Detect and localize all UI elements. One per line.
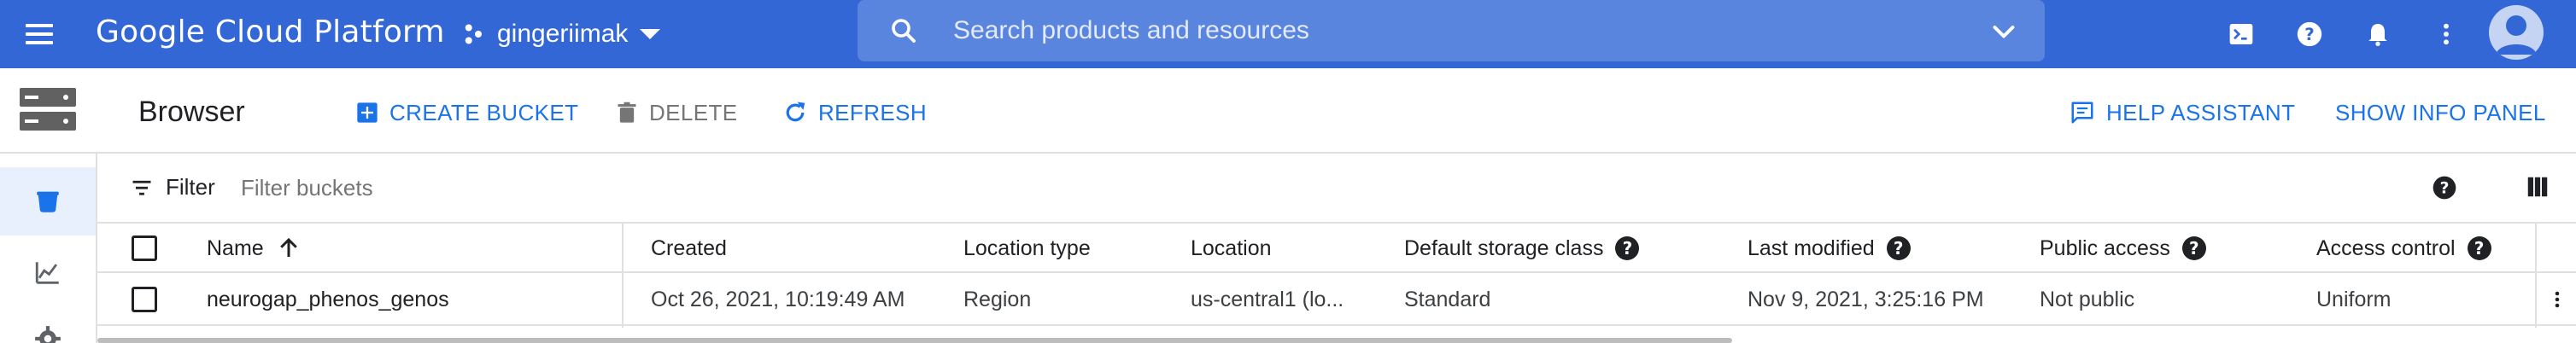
storage-product-icon[interactable] xyxy=(0,68,96,152)
delete-label: DELETE xyxy=(649,99,738,125)
chevron-down-icon[interactable] xyxy=(1988,17,2019,48)
cell-public-access: Not public xyxy=(2040,287,2135,311)
column-storage-class-label: Default storage class xyxy=(1404,235,1604,260)
cell-last-modified: Nov 9, 2021, 3:25:16 PM xyxy=(1748,287,1984,311)
column-created-label: Created xyxy=(651,235,727,260)
top-app-bar: Google Cloud Platform gingeriimak ? xyxy=(0,0,2576,68)
project-selector[interactable]: gingeriimak xyxy=(461,12,661,56)
search-bar[interactable] xyxy=(858,0,2045,61)
chevron-down-icon xyxy=(640,29,661,39)
bucket-name-link[interactable]: neurogap_phenos_genos xyxy=(207,273,449,326)
settings-icon[interactable] xyxy=(0,307,96,343)
chat-icon xyxy=(2071,102,2093,124)
create-bucket-button[interactable]: CREATE BUCKET xyxy=(355,96,578,130)
column-header-created[interactable]: Created xyxy=(651,224,727,273)
add-box-icon xyxy=(357,102,378,123)
help-icon[interactable]: ? xyxy=(2292,17,2327,51)
bucket-icon[interactable] xyxy=(0,167,96,235)
filter-input[interactable] xyxy=(241,171,1266,205)
show-info-panel-button[interactable]: SHOW INFO PANEL xyxy=(2335,96,2546,130)
table-header: Name Created Location type Location Defa… xyxy=(97,224,2576,273)
column-access-control-label: Access control xyxy=(2316,235,2456,260)
create-bucket-label: CREATE BUCKET xyxy=(389,99,579,125)
column-header-last-modified[interactable]: Last modified ? xyxy=(1748,224,1911,273)
column-name-label: Name xyxy=(207,235,264,260)
page-toolbar: Browser CREATE BUCKET DELETE REFRESH HEL… xyxy=(97,68,2576,154)
column-location-type-label: Location type xyxy=(963,235,1091,260)
menu-icon[interactable] xyxy=(22,17,56,51)
table-row[interactable]: neurogap_phenos_genos Oct 26, 2021, 10:1… xyxy=(97,273,2576,326)
more-vert-icon[interactable] xyxy=(2429,17,2463,51)
project-name: gingeriimak xyxy=(497,20,629,48)
column-header-location[interactable]: Location xyxy=(1191,224,1272,273)
cell-created: Oct 26, 2021, 10:19:49 AM xyxy=(651,287,905,311)
help-assistant-label: HELP ASSISTANT xyxy=(2106,99,2296,125)
svg-text:?: ? xyxy=(2304,25,2315,44)
help-icon[interactable]: ? xyxy=(2431,174,2458,201)
filter-label: Filter xyxy=(166,174,215,200)
cell-location: us-central1 (lo... xyxy=(1191,287,1344,311)
column-header-access-control[interactable]: Access control ? xyxy=(2316,224,2491,273)
row-more-vert-icon[interactable] xyxy=(2547,273,2567,326)
search-icon xyxy=(892,19,916,43)
filter-button[interactable]: Filter xyxy=(130,174,215,201)
sticky-column-divider xyxy=(2535,224,2537,328)
column-header-public-access[interactable]: Public access ? xyxy=(2040,224,2206,273)
refresh-button[interactable]: REFRESH xyxy=(782,96,927,130)
refresh-label: REFRESH xyxy=(818,99,928,125)
cell-storage-class: Standard xyxy=(1404,287,1491,311)
column-last-modified-label: Last modified xyxy=(1748,235,1875,260)
cloud-shell-icon[interactable] xyxy=(2224,17,2258,51)
help-assistant-button[interactable]: HELP ASSISTANT xyxy=(2069,96,2295,130)
sort-arrow-up-icon[interactable] xyxy=(276,235,302,261)
buckets-table: Name Created Location type Location Defa… xyxy=(97,224,2576,343)
project-icon xyxy=(465,24,482,44)
product-header xyxy=(0,68,97,154)
filter-list-icon xyxy=(132,180,151,195)
account-avatar[interactable] xyxy=(2489,5,2544,60)
trash-icon xyxy=(618,102,636,123)
column-location-label: Location xyxy=(1191,235,1272,260)
column-header-storage-class[interactable]: Default storage class ? xyxy=(1404,224,1640,273)
refresh-icon xyxy=(786,102,805,122)
delete-button[interactable]: DELETE xyxy=(615,96,738,130)
column-display-icon[interactable] xyxy=(2525,174,2552,201)
cell-access-control: Uniform xyxy=(2316,287,2392,311)
monitoring-icon[interactable] xyxy=(0,239,96,307)
app-brand[interactable]: Google Cloud Platform xyxy=(96,15,445,49)
horizontal-scrollbar[interactable] xyxy=(97,338,1732,343)
row-checkbox[interactable] xyxy=(132,273,157,326)
svg-text:?: ? xyxy=(2440,180,2450,198)
column-header-name[interactable]: Name xyxy=(207,224,302,273)
page-title: Browser xyxy=(138,96,245,128)
search-input[interactable] xyxy=(953,10,1935,51)
filter-bar: Filter ? xyxy=(97,154,2576,224)
select-all-checkbox[interactable] xyxy=(132,224,157,273)
help-icon[interactable]: ? xyxy=(1615,236,1640,260)
help-icon[interactable]: ? xyxy=(2181,236,2206,260)
show-info-panel-label: SHOW INFO PANEL xyxy=(2335,99,2546,125)
help-icon[interactable]: ? xyxy=(1886,236,1911,260)
column-header-location-type[interactable]: Location type xyxy=(963,224,1091,273)
column-public-access-label: Public access xyxy=(2040,235,2170,260)
cell-location-type: Region xyxy=(963,287,1032,311)
help-icon[interactable]: ? xyxy=(2467,236,2491,260)
column-divider[interactable] xyxy=(622,224,624,328)
notifications-icon[interactable] xyxy=(2361,17,2395,51)
